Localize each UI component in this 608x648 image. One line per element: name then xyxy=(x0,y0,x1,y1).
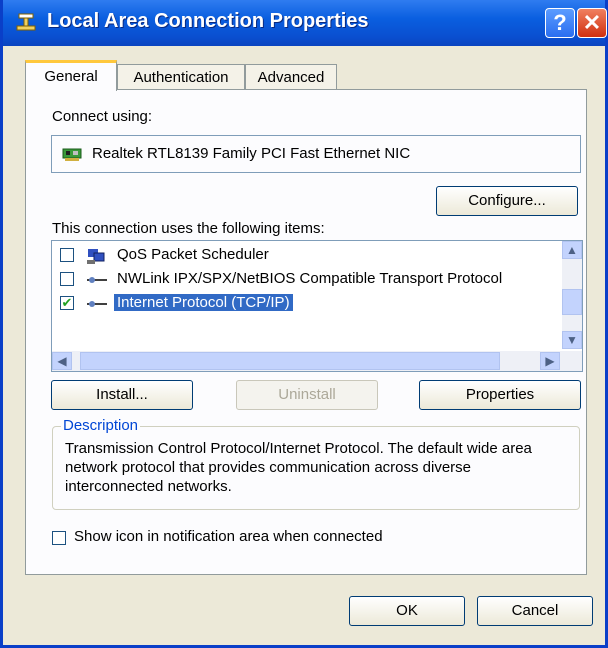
uninstall-button[interactable]: Uninstall xyxy=(236,380,378,410)
show-icon-label[interactable]: Show icon in notification area when conn… xyxy=(74,528,383,545)
properties-dialog: Local Area Connection Properties ? ✕ Gen… xyxy=(0,0,608,648)
cancel-button[interactable]: Cancel xyxy=(477,596,593,626)
install-button[interactable]: Install... xyxy=(51,380,193,410)
network-adapter-icon xyxy=(62,148,82,161)
description-title: Description xyxy=(61,417,141,434)
properties-button[interactable]: Properties xyxy=(419,380,581,410)
qos-label: QoS Packet Scheduler xyxy=(117,246,269,263)
scroll-down-icon[interactable]: ▼ xyxy=(562,331,582,349)
ok-button[interactable]: OK xyxy=(349,596,465,626)
nwlink-label: NWLink IPX/SPX/NetBIOS Compatible Transp… xyxy=(117,270,503,287)
close-button[interactable]: ✕ xyxy=(577,8,607,38)
scroll-left-icon[interactable]: ◀ xyxy=(52,352,72,370)
connect-using-label: Connect using: xyxy=(52,108,153,125)
title-bar[interactable]: Local Area Connection Properties ? ✕ xyxy=(3,0,607,46)
components-label: This connection uses the following items… xyxy=(52,220,325,237)
description-group: Description Transmission Control Protoco… xyxy=(52,417,580,510)
scroll-thumb[interactable] xyxy=(562,289,582,315)
help-button[interactable]: ? xyxy=(545,8,575,38)
window-title: Local Area Connection Properties xyxy=(47,10,369,32)
horizontal-scrollbar[interactable]: ◀ ▶ xyxy=(52,351,582,371)
tab-authentication[interactable]: Authentication xyxy=(117,64,245,90)
protocol-icon xyxy=(87,277,107,283)
scroll-right-icon[interactable]: ▶ xyxy=(540,352,560,370)
tcpip-label: Internet Protocol (TCP/IP) xyxy=(114,294,293,311)
network-connection-icon xyxy=(16,13,36,31)
general-tab-panel: Connect using: Realtek RTL8139 Family PC… xyxy=(25,89,587,575)
tab-general[interactable]: General xyxy=(25,60,117,91)
hscroll-thumb[interactable] xyxy=(80,352,500,370)
adapter-field: Realtek RTL8139 Family PCI Fast Ethernet… xyxy=(51,135,581,173)
configure-button[interactable]: Configure... xyxy=(436,186,578,216)
show-icon-checkbox[interactable] xyxy=(52,531,66,545)
scheduler-icon xyxy=(87,249,105,264)
nwlink-checkbox[interactable] xyxy=(60,272,74,286)
list-item-qos[interactable]: QoS Packet Scheduler xyxy=(60,245,550,267)
list-item-nwlink[interactable]: NWLink IPX/SPX/NetBIOS Compatible Transp… xyxy=(60,269,550,291)
components-list: QoS Packet Scheduler NWLink IPX/SPX/NetB… xyxy=(51,240,583,372)
tab-advanced[interactable]: Advanced xyxy=(245,64,337,90)
list-item-tcpip[interactable]: ✔ Internet Protocol (TCP/IP) xyxy=(60,293,550,315)
vertical-scrollbar[interactable]: ▲ ▼ xyxy=(562,241,582,349)
protocol-icon xyxy=(87,301,107,307)
qos-checkbox[interactable] xyxy=(60,248,74,262)
tcpip-checkbox[interactable]: ✔ xyxy=(60,296,74,310)
description-text: Transmission Control Protocol/Internet P… xyxy=(65,440,532,495)
adapter-name: Realtek RTL8139 Family PCI Fast Ethernet… xyxy=(92,145,411,162)
scroll-up-icon[interactable]: ▲ xyxy=(562,241,582,259)
